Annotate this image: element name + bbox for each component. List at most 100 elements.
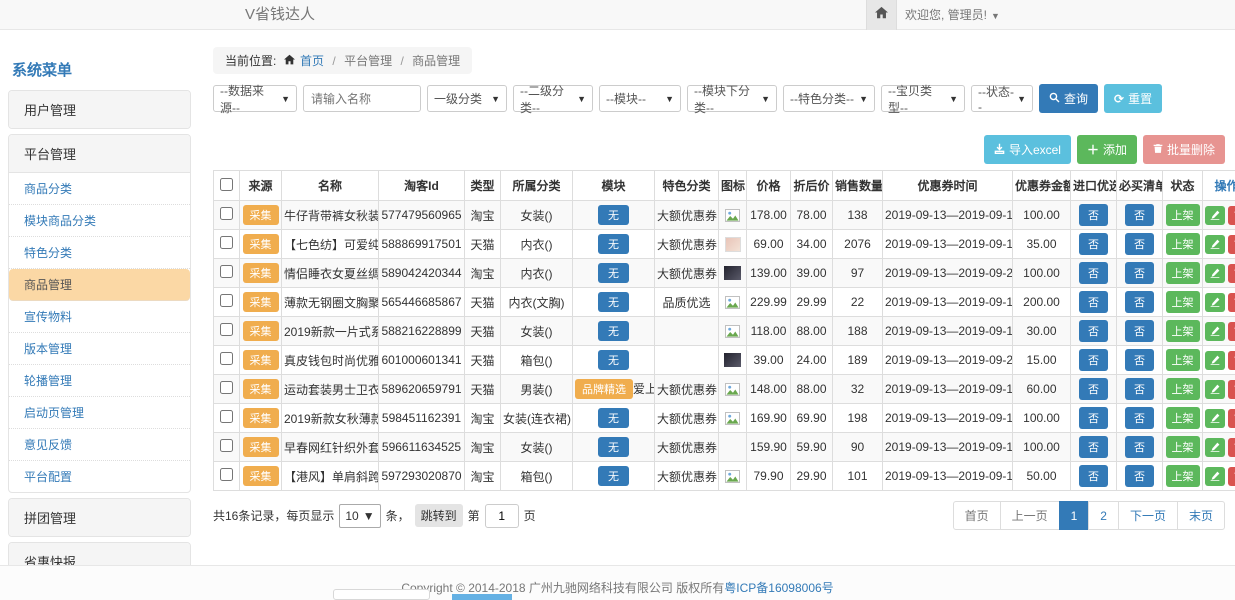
edit-button[interactable]: [1205, 467, 1225, 486]
user-menu[interactable]: 欢迎您, 管理员!▼: [905, 0, 1000, 31]
name-search-input[interactable]: [303, 85, 421, 112]
import-excel-button[interactable]: 导入excel: [984, 135, 1071, 164]
status-button[interactable]: 上架: [1166, 291, 1200, 313]
must-buy-toggle[interactable]: 否: [1125, 291, 1154, 313]
must-buy-toggle[interactable]: 否: [1125, 436, 1154, 458]
row-checkbox[interactable]: [220, 381, 233, 394]
row-checkbox[interactable]: [220, 352, 233, 365]
import-select-toggle[interactable]: 否: [1079, 349, 1108, 371]
delete-button[interactable]: [1228, 235, 1235, 254]
filter-select-0[interactable]: --数据来源--▼: [213, 85, 297, 112]
row-checkbox[interactable]: [220, 265, 233, 278]
import-select-toggle[interactable]: 否: [1079, 233, 1108, 255]
page-button[interactable]: 1: [1059, 501, 1090, 530]
submenu-item[interactable]: 轮播管理: [9, 365, 190, 397]
status-button[interactable]: 上架: [1166, 204, 1200, 226]
submenu-item[interactable]: 模块商品分类: [9, 205, 190, 237]
submenu-item[interactable]: 启动页管理: [9, 397, 190, 429]
status-button[interactable]: 上架: [1166, 407, 1200, 429]
page-button[interactable]: 2: [1088, 501, 1119, 530]
import-select-toggle[interactable]: 否: [1079, 320, 1108, 342]
per-page-select[interactable]: 10▼: [339, 504, 380, 528]
row-checkbox[interactable]: [220, 410, 233, 423]
row-checkbox[interactable]: [220, 236, 233, 249]
edit-button[interactable]: [1205, 206, 1225, 225]
page-button[interactable]: 首页: [953, 501, 1001, 530]
reset-button[interactable]: ⟳重置: [1104, 84, 1162, 113]
status-button[interactable]: 上架: [1166, 436, 1200, 458]
submenu-item[interactable]: 商品管理: [9, 269, 190, 301]
edit-button[interactable]: [1205, 351, 1225, 370]
submenu-item[interactable]: 平台配置: [9, 461, 190, 492]
must-buy-toggle[interactable]: 否: [1125, 407, 1154, 429]
row-checkbox[interactable]: [220, 468, 233, 481]
select-all-checkbox[interactable]: [220, 178, 233, 191]
import-select-toggle[interactable]: 否: [1079, 262, 1108, 284]
delete-button[interactable]: [1228, 206, 1235, 225]
icp-link[interactable]: 粤ICP备16098006号: [724, 581, 833, 595]
status-button[interactable]: 上架: [1166, 378, 1200, 400]
delete-button[interactable]: [1228, 293, 1235, 312]
must-buy-toggle[interactable]: 否: [1125, 465, 1154, 487]
status-button[interactable]: 上架: [1166, 465, 1200, 487]
filter-select-5[interactable]: --模块下分类--▼: [687, 85, 777, 112]
filter-select-3[interactable]: --二级分类--▼: [513, 85, 593, 112]
submenu-item[interactable]: 版本管理: [9, 333, 190, 365]
delete-button[interactable]: [1228, 351, 1235, 370]
delete-button[interactable]: [1228, 467, 1235, 486]
page-button[interactable]: 末页: [1177, 501, 1225, 530]
must-buy-toggle[interactable]: 否: [1125, 204, 1154, 226]
edit-button[interactable]: [1205, 438, 1225, 457]
sidebar-item-1[interactable]: 平台管理: [9, 135, 190, 173]
must-buy-toggle[interactable]: 否: [1125, 233, 1154, 255]
delete-button[interactable]: [1228, 409, 1235, 428]
edit-button[interactable]: [1205, 380, 1225, 399]
add-button[interactable]: ＋ 添加: [1077, 135, 1137, 164]
submenu-item[interactable]: 商品分类: [9, 173, 190, 205]
import-select-toggle[interactable]: 否: [1079, 204, 1108, 226]
must-buy-toggle[interactable]: 否: [1125, 262, 1154, 284]
submenu-item[interactable]: 特色分类: [9, 237, 190, 269]
delete-button[interactable]: [1228, 322, 1235, 341]
delete-button[interactable]: [1228, 438, 1235, 457]
edit-button[interactable]: [1205, 264, 1225, 283]
page-button[interactable]: 上一页: [1000, 501, 1060, 530]
breadcrumb-home-link[interactable]: 首页: [300, 54, 324, 68]
submenu-item[interactable]: 意见反馈: [9, 429, 190, 461]
must-buy-toggle[interactable]: 否: [1125, 378, 1154, 400]
row-checkbox[interactable]: [220, 439, 233, 452]
edit-button[interactable]: [1205, 322, 1225, 341]
import-select-toggle[interactable]: 否: [1079, 407, 1108, 429]
row-checkbox[interactable]: [220, 294, 233, 307]
filter-select-2[interactable]: 一级分类▼: [427, 85, 507, 112]
page-number-input[interactable]: [485, 504, 519, 528]
edit-button[interactable]: [1205, 293, 1225, 312]
edit-button[interactable]: [1205, 235, 1225, 254]
status-button[interactable]: 上架: [1166, 320, 1200, 342]
status-button[interactable]: 上架: [1166, 262, 1200, 284]
must-buy-toggle[interactable]: 否: [1125, 320, 1154, 342]
edit-button[interactable]: [1205, 409, 1225, 428]
status-button[interactable]: 上架: [1166, 233, 1200, 255]
sidebar-item-0[interactable]: 用户管理: [9, 91, 190, 128]
jump-button[interactable]: 跳转到: [415, 504, 463, 527]
filter-select-4[interactable]: --模块--▼: [599, 85, 681, 112]
batch-delete-button[interactable]: 批量删除: [1143, 135, 1225, 164]
status-button[interactable]: 上架: [1166, 349, 1200, 371]
import-select-toggle[interactable]: 否: [1079, 378, 1108, 400]
sidebar-item-2[interactable]: 拼团管理: [9, 499, 190, 536]
row-checkbox[interactable]: [220, 207, 233, 220]
search-button[interactable]: 查询: [1039, 84, 1098, 113]
import-select-toggle[interactable]: 否: [1079, 291, 1108, 313]
page-button[interactable]: 下一页: [1118, 501, 1178, 530]
must-buy-toggle[interactable]: 否: [1125, 349, 1154, 371]
delete-button[interactable]: [1228, 380, 1235, 399]
row-checkbox[interactable]: [220, 323, 233, 336]
import-select-toggle[interactable]: 否: [1079, 465, 1108, 487]
submenu-item[interactable]: 宣传物料: [9, 301, 190, 333]
home-button[interactable]: [866, 0, 897, 30]
filter-select-7[interactable]: --宝贝类型--▼: [881, 85, 965, 112]
filter-select-8[interactable]: --状态--▼: [971, 85, 1033, 112]
filter-select-6[interactable]: --特色分类--▼: [783, 85, 875, 112]
import-select-toggle[interactable]: 否: [1079, 436, 1108, 458]
